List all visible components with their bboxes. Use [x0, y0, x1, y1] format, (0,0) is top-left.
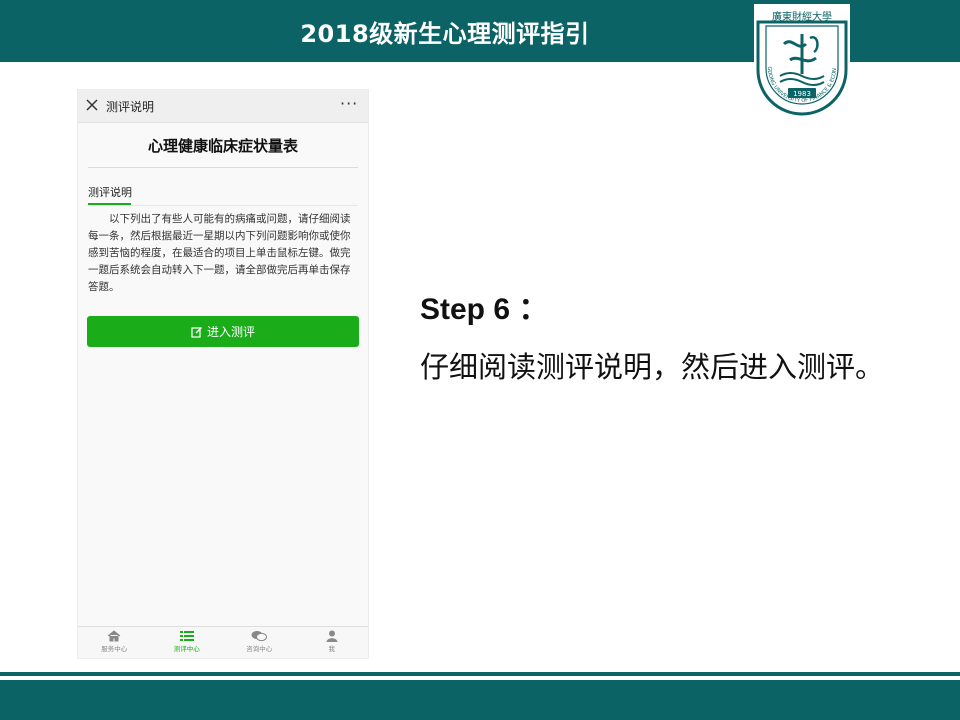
bottom-tabbar: 服务中心 测评中心 咨询中心 我 [78, 626, 368, 658]
tabbar-item-consult[interactable]: 咨询中心 [223, 627, 296, 658]
home-icon [107, 630, 121, 642]
enter-assessment-label: 进入测评 [206, 325, 255, 339]
logo-text-top: 廣東財經大學 [772, 10, 832, 23]
title-divider [88, 167, 358, 168]
tabbar-label: 咨询中心 [246, 645, 273, 653]
tabbar-label: 服务中心 [101, 645, 128, 653]
header-title: 测评说明 [106, 100, 155, 114]
logo-year: 1983 [793, 90, 811, 98]
more-options-icon[interactable]: ··· [340, 94, 358, 113]
list-icon [179, 631, 194, 641]
tabbar-label: 我 [328, 645, 336, 653]
tabbar-label: 测评中心 [173, 645, 200, 653]
phone-header: 测评说明 ··· [78, 90, 368, 123]
phone-screenshot: 测评说明 ··· 心理健康临床症状量表 测评说明 以下列出了有些人可能有的病痛或… [78, 90, 368, 658]
tab-divider [88, 205, 358, 206]
chat-icon [251, 631, 268, 642]
step-description: 仔细阅读测评说明，然后进入测评。 [420, 350, 885, 384]
tabbar-item-me[interactable]: 我 [296, 627, 369, 658]
user-icon [326, 630, 338, 642]
footer-bar [0, 680, 960, 720]
instructions-text: 以下列出了有些人可能有的病痛或问题，请仔细阅读每一条，然后根据最近一星期以内下列… [88, 213, 351, 293]
tabbar-item-service[interactable]: 服务中心 [78, 627, 151, 658]
instructions-page: 心理健康临床症状量表 测评说明 以下列出了有些人可能有的病痛或问题，请仔细阅读每… [78, 123, 368, 628]
university-logo: 廣東財經大學 GUANGDONG UNIVERSITY OF FINANCE &… [754, 4, 850, 126]
tab-instructions[interactable]: 测评说明 [88, 184, 132, 200]
step-title: Step 6 ： [420, 293, 549, 326]
edit-icon [191, 326, 203, 338]
footer-divider [0, 672, 960, 676]
tabbar-item-assessment[interactable]: 测评中心 [151, 627, 224, 658]
scale-title: 心理健康临床症状量表 [147, 137, 298, 155]
close-icon[interactable] [85, 98, 99, 112]
enter-assessment-button[interactable]: 进入测评 [87, 316, 359, 347]
